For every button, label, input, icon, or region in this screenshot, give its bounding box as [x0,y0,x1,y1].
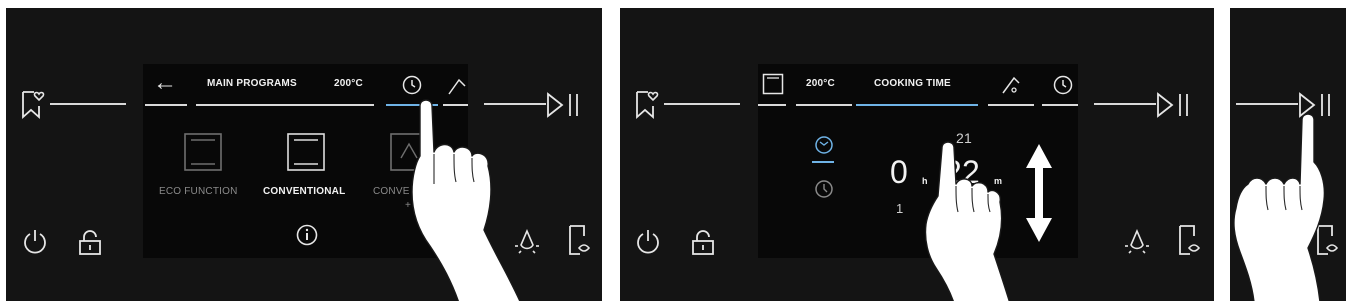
tab-main-programs[interactable]: MAIN PROGRAMS [207,78,297,89]
remote-control-icon[interactable] [1176,224,1202,258]
info-icon[interactable] [295,223,319,247]
pointing-hand-illustration [1233,113,1326,301]
oven-panel-start [1230,8,1346,301]
lamp-icon[interactable] [1123,228,1151,256]
lock-icon[interactable] [689,228,717,256]
oven-function-icon[interactable] [762,73,784,95]
tab-underline [145,104,187,106]
power-icon[interactable] [634,228,662,256]
lock-icon[interactable] [76,228,104,256]
tab-temperature[interactable]: 200°C [334,78,363,89]
start-pause-icon[interactable] [546,92,586,118]
duration-icon[interactable] [812,134,836,158]
timer-hours-value[interactable]: 0 [890,154,908,191]
divider-line [664,103,740,105]
tab-underline [988,104,1034,106]
remote-control-icon[interactable] [566,224,592,258]
favourite-bookmark-icon[interactable] [20,90,46,120]
tab-temperature[interactable]: 200°C [806,78,835,89]
eco-function-icon[interactable] [183,132,223,172]
food-sensor-icon[interactable] [1000,74,1022,96]
pointing-hand-illustration [411,99,521,301]
conventional-icon[interactable] [286,132,326,172]
back-arrow-icon[interactable]: ← [153,69,177,97]
tab-cooking-time[interactable]: COOKING TIME [874,78,951,89]
tab-underline [796,104,852,106]
tab-underline [1042,104,1078,106]
tab-underline-active [856,104,978,106]
tab-underline [329,104,374,106]
program-label-eco: ECO FUNCTION [159,186,238,197]
pointing-hand-illustration [924,141,1010,301]
timer-prev-value: 1 [896,201,904,216]
duration-underline [812,161,834,163]
divider-line [50,103,126,105]
divider-line [1236,103,1298,105]
food-sensor-icon[interactable] [447,76,467,96]
power-icon[interactable] [21,228,49,256]
favourite-bookmark-icon[interactable] [634,90,660,120]
tab-underline [758,104,786,106]
oven-panel-main-programs: ← MAIN PROGRAMS 200°C ECO FUNCTION CONVE… [6,8,602,301]
clock-icon[interactable] [401,74,423,96]
divider-line [1094,103,1156,105]
start-pause-icon[interactable] [1156,92,1196,118]
touch-display: 200°C COOKING TIME 21 0 h 22 m 1 [758,64,1078,258]
oven-panel-cooking-time: 200°C COOKING TIME 21 0 h 22 m 1 [620,8,1214,301]
timer-icon[interactable] [1052,74,1074,96]
tab-underline [196,104,329,106]
end-time-icon[interactable] [812,178,836,202]
program-label-conventional: CONVENTIONAL [263,186,346,197]
